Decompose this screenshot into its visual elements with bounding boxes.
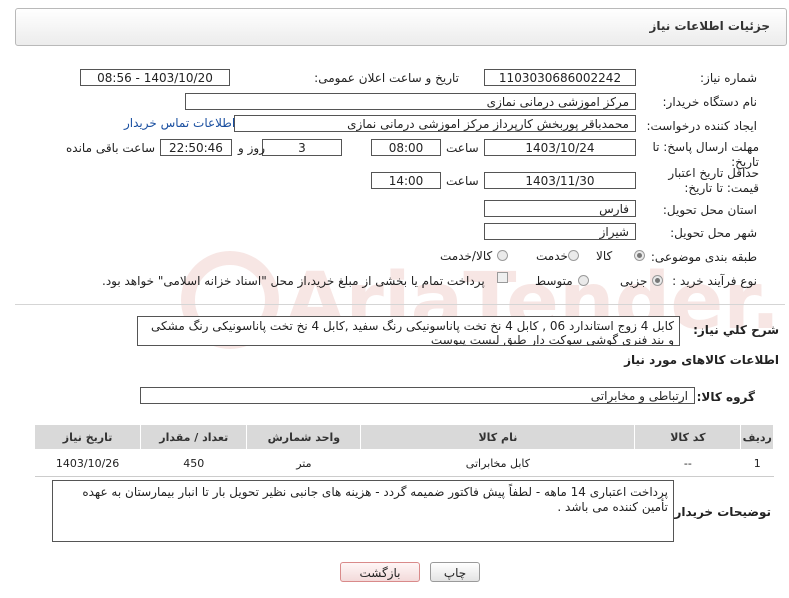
reply-date-field: 1403/10/24 xyxy=(484,139,636,156)
buyer-notes-label: توضیحات خریدار: xyxy=(669,505,771,519)
buyer-org-label: نام دستگاه خریدار: xyxy=(662,95,758,109)
treasury-checkbox[interactable] xyxy=(497,272,508,283)
cell-name: کابل مخابراتی xyxy=(360,449,635,477)
back-button[interactable]: بازگشت xyxy=(340,562,420,582)
goods-group-label: گروه کالا: xyxy=(696,390,755,404)
goods-table: ردیف کد کالا نام کالا واحد شمارش تعداد /… xyxy=(33,424,774,477)
city-field: شیراز xyxy=(484,223,636,240)
announce-label: تاریخ و ساعت اعلان عمومی: xyxy=(314,71,459,85)
validity-date-field: 1403/11/30 xyxy=(484,172,636,189)
purchase-type-label: نوع فرآیند خرید : xyxy=(672,274,757,288)
purchase-option-small: جزیی xyxy=(620,274,648,288)
validity-label: حداقل تاریخ اعتبار قیمت: تا تاریخ: xyxy=(668,166,759,195)
description-label: شرح كلي نياز: xyxy=(693,323,779,337)
page-title: جزئیات اطلاعات نیاز xyxy=(649,19,770,33)
category-radio-goods-service[interactable] xyxy=(497,250,508,261)
category-option-goods: کالا xyxy=(596,249,613,263)
purchase-option-medium: متوسط xyxy=(535,274,573,288)
validity-time-label: ساعت xyxy=(446,174,479,188)
city-label: شهر محل تحویل: xyxy=(670,226,757,240)
goods-group-field: ارتباطی و مخابراتی xyxy=(140,387,695,404)
purchase-radio-medium[interactable] xyxy=(578,275,589,286)
reply-time-label: ساعت xyxy=(446,141,479,155)
col-qty: تعداد / مقدار xyxy=(140,424,248,450)
remaining-time-field: 22:50:46 xyxy=(160,139,232,156)
goods-section-title: اطلاعات کالاهای مورد نیاز xyxy=(624,353,779,367)
days-label: روز و xyxy=(238,141,265,155)
cell-code: -- xyxy=(634,449,741,477)
divider xyxy=(15,304,785,305)
province-field: فارس xyxy=(484,200,636,217)
table-row: 1 -- کابل مخابراتی متر 450 1403/10/26 xyxy=(34,449,774,477)
col-row: ردیف xyxy=(740,424,774,450)
purchase-radio-small[interactable] xyxy=(652,275,663,286)
print-button[interactable]: چاپ xyxy=(430,562,480,582)
goods-table-header: ردیف کد کالا نام کالا واحد شمارش تعداد /… xyxy=(33,424,774,450)
days-field: 3 xyxy=(262,139,342,156)
need-number-label: شماره نیاز: xyxy=(700,71,757,85)
cell-unit: متر xyxy=(246,449,361,477)
validity-time-field: 14:00 xyxy=(371,172,441,189)
col-date: تاریخ نیاز xyxy=(33,424,142,450)
category-radio-service[interactable] xyxy=(568,250,579,261)
description-field: کابل 4 زوج استاندارد 06 , کابل 4 نخ تخت … xyxy=(137,316,680,346)
category-label: طبقه بندی موضوعی: xyxy=(650,250,757,264)
category-radio-goods[interactable] xyxy=(634,250,645,261)
province-label: استان محل تحویل: xyxy=(662,203,757,217)
col-unit: واحد شمارش xyxy=(246,424,362,450)
creator-label: ایجاد کننده درخواست: xyxy=(646,119,757,133)
col-name: نام کالا xyxy=(360,424,636,450)
buyer-org-field: مرکز اموزشی درمانی نمازی xyxy=(185,93,636,110)
header-panel: جزئیات اطلاعات نیاز xyxy=(15,8,787,46)
buyer-contact-link[interactable]: اطلاعات تماس خریدار xyxy=(124,116,235,130)
remaining-label: ساعت باقی مانده xyxy=(66,141,156,155)
category-option-service: خدمت xyxy=(536,249,568,263)
cell-qty: 450 xyxy=(140,449,247,477)
category-option-goods-service: کالا/خدمت xyxy=(440,249,493,263)
col-code: کد کالا xyxy=(634,424,742,450)
reply-time-field: 08:00 xyxy=(371,139,441,156)
need-number-field: 1103030686002242 xyxy=(484,69,636,86)
cell-row: 1 xyxy=(740,449,774,477)
treasury-note: پرداخت تمام یا بخشی از مبلغ خرید،از محل … xyxy=(102,274,485,288)
creator-field: محمدباقر پوربخش کارپرداز مرکز اموزشی درم… xyxy=(234,115,636,132)
announce-field: 1403/10/20 - 08:56 xyxy=(80,69,230,86)
buyer-notes-field: پرداخت اعتباری 14 ماهه - لطفاً پیش فاکتو… xyxy=(52,480,674,542)
cell-date: 1403/10/26 xyxy=(34,449,141,477)
